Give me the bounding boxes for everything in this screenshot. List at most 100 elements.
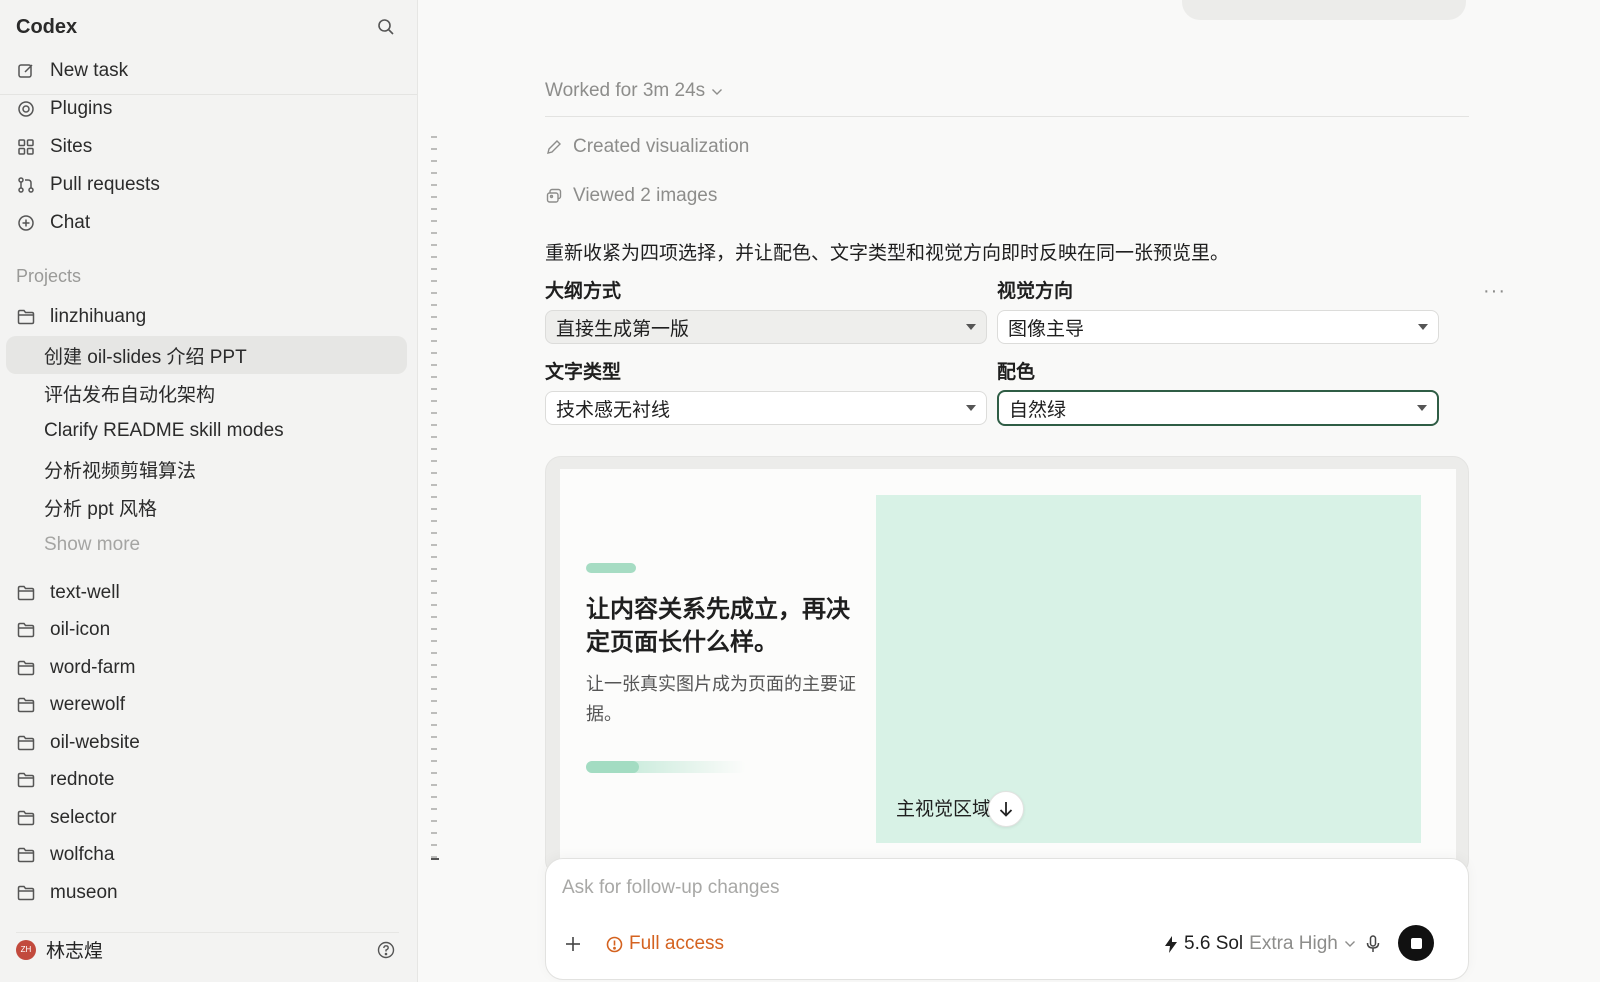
select-value: 直接生成第一版 [556,318,690,340]
project-folder[interactable]: word-farm [6,649,407,687]
nav-new-task[interactable]: New task [6,52,407,90]
folder-name: rednote [50,769,115,791]
access-level-button[interactable]: Full access [606,933,724,955]
folder-icon [16,884,36,902]
activity-label: Viewed 2 images [573,185,718,206]
nav-label: Chat [50,212,91,233]
project-folder[interactable]: oil-icon [6,612,407,650]
project-folder-current[interactable]: linzhihuang [6,298,407,336]
chevron-down-icon [711,80,723,102]
user-name: 林志煌 [46,941,104,962]
secondary-nav: Plugins Sites Pull requests Chat [6,90,407,242]
select-value: 图像主导 [1008,318,1085,340]
primary-nav: New task [6,52,407,90]
folder-name: wolfcha [50,844,115,866]
project-folder[interactable]: selector [6,799,407,837]
nav-plugins[interactable]: Plugins [6,90,407,128]
chat-plus-icon [16,213,36,233]
show-more-link[interactable]: Show more [6,526,407,564]
project-folder[interactable]: rednote [6,762,407,800]
dropdown-caret-icon [966,324,976,330]
sidebar-header: Codex [16,12,399,42]
project-folder[interactable]: text-well [6,574,407,612]
nav-label: New task [50,60,129,81]
folder-icon [16,771,36,789]
folder-icon [16,696,36,714]
slide-preview: 让内容关系先成立，再决定页面长什么样。 让一张真实图片成为页面的主要证据。 主视… [560,469,1456,869]
scroll-down-button[interactable] [988,791,1024,827]
nav-pull-requests[interactable]: Pull requests [6,166,407,204]
microphone-icon [1366,935,1380,952]
add-attachment-button[interactable] [560,931,586,957]
folder-list: text-well oil-icon word-farm werewolf oi… [6,574,407,912]
model-name: 5.6 Sol [1184,933,1244,954]
slide-progress-bar [586,761,746,773]
grid-icon [16,137,36,157]
project-folder[interactable]: oil-website [6,724,407,762]
folder-name: oil-icon [50,619,111,641]
folder-name: selector [50,806,117,828]
activity-item[interactable]: Viewed 2 images [545,185,717,207]
dropdown-caret-icon [1417,405,1427,411]
activity-item[interactable]: Created visualization [545,136,749,158]
project-folder[interactable]: wolfcha [6,837,407,875]
nav-chat[interactable]: Chat [6,204,407,242]
edit-icon [16,61,36,81]
palette-select[interactable]: 自然绿 [997,390,1439,426]
conversation-timeline[interactable] [431,136,437,864]
visual-direction-select[interactable]: 图像主导 [997,310,1439,344]
assistant-message: 重新收紧为四项选择，并让配色、文字类型和视觉方向即时反映在同一张预览里。 [545,243,1230,264]
project-folder[interactable]: werewolf [6,687,407,725]
project-folder[interactable]: museon [6,874,407,912]
stop-button[interactable] [1398,925,1434,961]
user-profile[interactable]: ZH 林志煌 [16,936,103,963]
task-item[interactable]: 分析 ppt 风格 [6,488,407,526]
accent-bar [586,563,636,573]
folder-icon [16,734,36,752]
microphone-button[interactable] [1360,931,1386,957]
arrow-down-icon [999,802,1013,817]
task-item[interactable]: Clarify README skill modes [6,412,407,450]
sidebar-footer: ZH 林志煌 [16,932,399,966]
main-panel: Worked for 3m 24s Created visualization … [419,0,1600,982]
slide-preview-frame: 让内容关系先成立，再决定页面长什么样。 让一张真实图片成为页面的主要证据。 主视… [545,456,1469,876]
folder-name: word-farm [50,656,136,678]
nav-label: Pull requests [50,174,160,195]
outline-select[interactable]: 直接生成第一版 [545,310,987,344]
divider [545,116,1469,117]
worked-summary[interactable]: Worked for 3m 24s [545,80,723,102]
help-icon[interactable] [373,937,399,963]
folder-icon [16,584,36,602]
select-value: 自然绿 [1009,399,1067,421]
timeline-marker [431,858,439,860]
sidebar: Codex New task Plugins Sites Pull reques… [0,0,418,982]
folder-icon [16,809,36,827]
folder-icon [16,621,36,639]
activity-label: Created visualization [573,136,750,157]
composer: Full access 5.6 Sol Extra High [545,858,1469,980]
folder-name: oil-website [50,731,140,753]
projects-label: Projects [16,266,82,286]
visual-label: 主视觉区域 [896,799,992,820]
task-item[interactable]: 评估发布自动化架构 [6,374,407,412]
project-tree: linzhihuang 创建 oil-slides 介绍 PPT 评估发布自动化… [6,298,407,564]
folder-name: werewolf [50,694,125,716]
text-type-select[interactable]: 技术感无衬线 [545,391,987,425]
nav-sites[interactable]: Sites [6,128,407,166]
nav-label: Sites [50,136,93,157]
avatar: ZH [16,939,36,960]
task-item-active[interactable]: 创建 oil-slides 介绍 PPT [6,336,407,374]
search-icon[interactable] [373,14,399,40]
task-item[interactable]: 分析视频剪辑算法 [6,450,407,488]
dropdown-caret-icon [1418,324,1428,330]
nav-label: Plugins [50,98,113,119]
stop-icon [1410,937,1422,949]
more-options-icon[interactable]: ··· [1483,280,1506,303]
folder-icon [16,846,36,864]
warning-circle-icon [606,936,623,952]
progress-fill [586,761,639,773]
chevron-down-icon [1344,941,1355,947]
follow-up-input[interactable] [562,877,1262,899]
model-selector[interactable]: 5.6 Sol Extra High [1164,933,1356,955]
text-type-label: 文字类型 [545,362,622,383]
